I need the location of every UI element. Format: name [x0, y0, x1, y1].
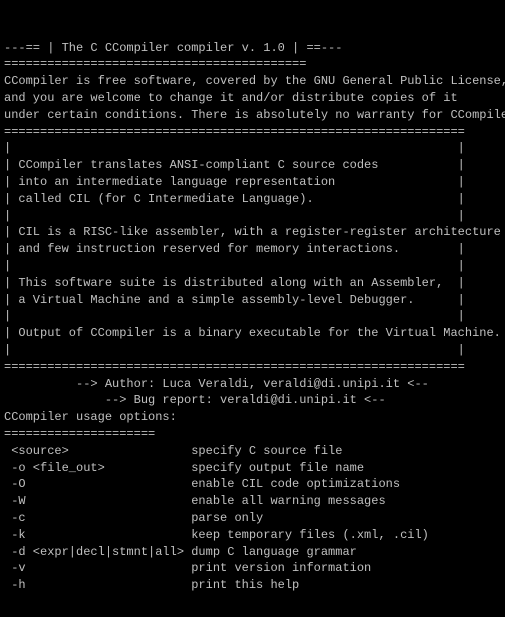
terminal-line-7: | | [4, 140, 501, 157]
terminal-line-17: | | [4, 308, 501, 325]
terminal-line-14: | | [4, 258, 501, 275]
terminal-line-3: and you are welcome to change it and/or … [4, 90, 501, 107]
terminal-line-28: -O enable CIL code optimizations [4, 476, 501, 493]
terminal-line-27: -o <file_out> specify output file name [4, 460, 501, 477]
terminal-line-24: CCompiler usage options: [4, 409, 501, 426]
terminal-line-11: | | [4, 208, 501, 225]
terminal-line-8: | CCompiler translates ANSI-compliant C … [4, 157, 501, 174]
terminal-line-32: -d <expr|decl|stmnt|all> dump C language… [4, 544, 501, 561]
terminal-line-9: | into an intermediate language represen… [4, 174, 501, 191]
terminal-line-13: | and few instruction reserved for memor… [4, 241, 501, 258]
terminal-line-20: ========================================… [4, 359, 501, 376]
terminal-line-0: ---== | The C CCompiler compiler v. 1.0 … [4, 40, 501, 57]
terminal-line-6: ========================================… [4, 124, 501, 141]
terminal-line-21: --> Author: Luca Veraldi, veraldi@di.uni… [4, 376, 501, 393]
terminal-line-34: -h print this help [4, 577, 501, 594]
terminal-line-16: | a Virtual Machine and a simple assembl… [4, 292, 501, 309]
terminal-line-26: <source> specify C source file [4, 443, 501, 460]
terminal-line-4: under certain conditions. There is absol… [4, 107, 501, 124]
terminal-line-10: | called CIL (for C Intermediate Languag… [4, 191, 501, 208]
terminal-line-1: ========================================… [4, 56, 501, 73]
terminal-line-30: -c parse only [4, 510, 501, 527]
terminal-line-12: | CIL is a RISC-like assembler, with a r… [4, 224, 501, 241]
terminal-line-25: ===================== [4, 426, 501, 443]
terminal-line-2: CCompiler is free software, covered by t… [4, 73, 501, 90]
terminal-line-19: | | [4, 342, 501, 359]
terminal-line-22: --> Bug report: veraldi@di.unipi.it <-- [4, 392, 501, 409]
terminal-line-18: | Output of CCompiler is a binary execut… [4, 325, 501, 342]
terminal-output: ---== | The C CCompiler compiler v. 1.0 … [4, 6, 501, 611]
terminal-line-15: | This software suite is distributed alo… [4, 275, 501, 292]
terminal-line-29: -W enable all warning messages [4, 493, 501, 510]
terminal-line-31: -k keep temporary files (.xml, .cil) [4, 527, 501, 544]
terminal-line-33: -v print version information [4, 560, 501, 577]
